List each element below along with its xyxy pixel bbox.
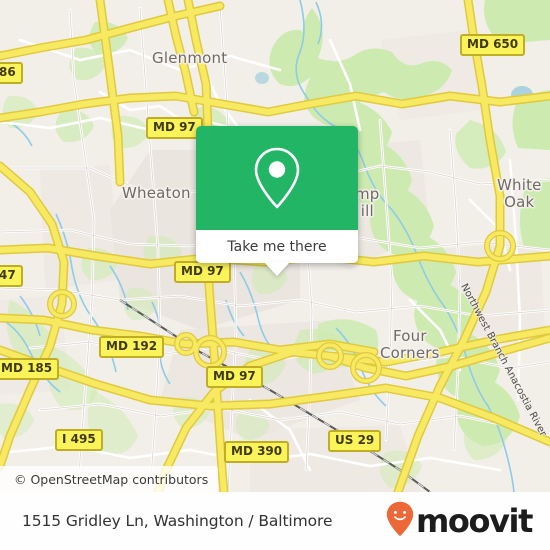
route-shield-md-97-mid: MD 97 — [174, 261, 231, 283]
map-screenshot-root: Glenmont Wheaton White Oak Four Corners … — [0, 0, 550, 550]
moovit-smiley-pin-icon — [386, 501, 414, 542]
route-shield-md-650: MD 650 — [460, 34, 526, 56]
take-me-there-button[interactable]: Take me there — [196, 230, 358, 263]
route-shield-us-29: US 29 — [328, 430, 382, 452]
map-pin-icon — [250, 145, 304, 211]
route-shield-i-495: I 495 — [55, 429, 103, 451]
location-popup-card[interactable]: Take me there — [196, 126, 358, 276]
popup-pointer-tail — [264, 262, 290, 276]
route-shield-md-97-south: MD 97 — [206, 366, 263, 388]
moovit-logo[interactable]: moovit — [386, 501, 533, 542]
address-text: 1515 Gridley Ln, Washington / Baltimore — [22, 512, 333, 530]
route-shield-md-390: MD 390 — [224, 441, 290, 463]
map-canvas[interactable]: Glenmont Wheaton White Oak Four Corners … — [0, 0, 550, 492]
map-attribution[interactable]: © OpenStreetMap contributors — [0, 466, 219, 492]
popup-hero — [196, 126, 358, 230]
route-shield-47: 47 — [0, 265, 23, 287]
route-shield-md-185: MD 185 — [0, 358, 60, 380]
route-shield-86: 86 — [0, 62, 23, 84]
footer-bar: 1515 Gridley Ln, Washington / Baltimore … — [0, 492, 550, 550]
route-shield-md-97-north: MD 97 — [146, 117, 203, 139]
moovit-wordmark: moovit — [415, 502, 533, 540]
route-shield-md-192: MD 192 — [99, 336, 165, 358]
